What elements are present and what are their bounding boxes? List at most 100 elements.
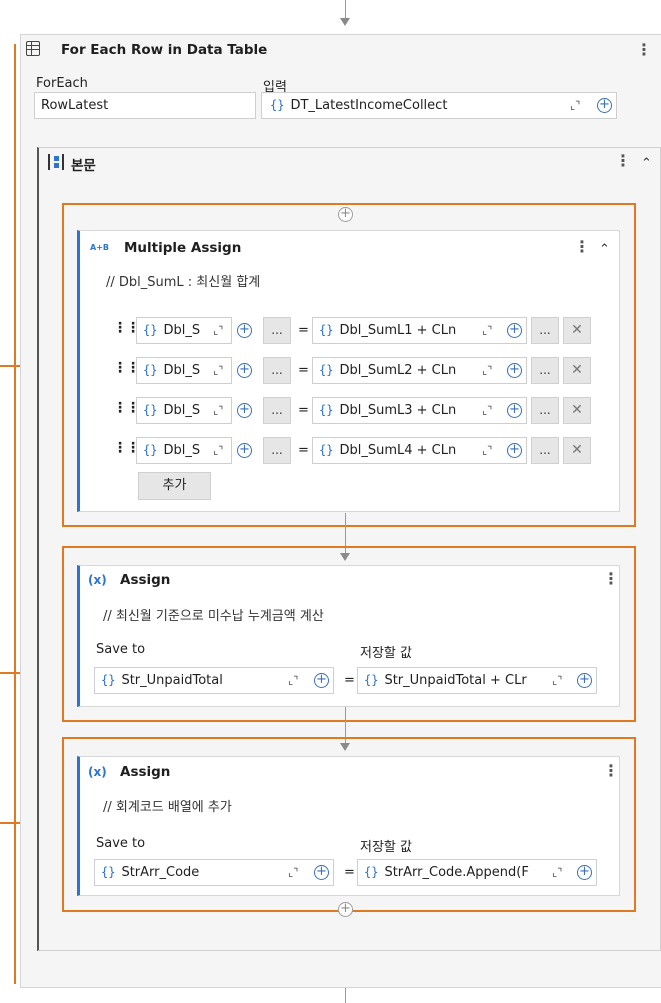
assign-1-value-value: Str_UnpaidTotal + CLr [384, 673, 527, 688]
assign-1-value-label: 저장할 값 [360, 646, 412, 661]
assign-2-value-value: StrArr_Code.Append(F [384, 865, 529, 880]
expression-icon: {} [143, 403, 158, 417]
bottom-connector-line [345, 988, 346, 1003]
row-right-more-button[interactable]: ... [531, 437, 559, 464]
expression-icon: {} [101, 865, 116, 879]
row-left-more-button[interactable]: ... [263, 397, 291, 424]
row-left-add-icon[interactable]: + [237, 363, 252, 378]
row-right-add-icon[interactable]: + [507, 363, 522, 378]
assign-1-equals: = [344, 673, 355, 688]
row-left-more-button[interactable]: ... [263, 437, 291, 464]
row-left-add-icon[interactable]: + [237, 443, 252, 458]
sequence-icon [48, 154, 64, 170]
row-left-add-icon[interactable]: + [237, 403, 252, 418]
row-right-add-icon[interactable]: + [507, 323, 522, 338]
expression-icon: {} [270, 98, 285, 112]
row-right-more-button[interactable]: ... [531, 357, 559, 384]
multiple-assign-icon: A+B [90, 243, 109, 252]
assign-2-menu-icon[interactable]: ⋮ [603, 763, 619, 779]
expression-icon: {} [319, 403, 334, 417]
assign-2-value-expand-icon[interactable]: ⌞⌝ [552, 866, 562, 879]
row-left-add-icon[interactable]: + [237, 323, 252, 338]
add-assignment-button[interactable]: 추가 [138, 472, 211, 500]
assign-2-save-to-expand-icon[interactable]: ⌞⌝ [288, 866, 298, 879]
multiple-assign-collapse-icon[interactable]: ⌃ [599, 242, 610, 257]
row-equals: = [298, 363, 309, 378]
sequence-rail [14, 44, 16, 984]
assign-1-value-expand-icon[interactable]: ⌞⌝ [552, 674, 562, 687]
row-right-expand-icon[interactable]: ⌞⌝ [482, 324, 492, 337]
assign-1-value-add-icon[interactable]: + [577, 673, 592, 688]
assign-1-title: Assign [120, 572, 171, 588]
assign-2-value-add-icon[interactable]: + [577, 865, 592, 880]
row-right-add-icon[interactable]: + [507, 403, 522, 418]
row-left-more-button[interactable]: ... [263, 317, 291, 344]
foreach-title: For Each Row in Data Table [61, 42, 268, 58]
row-delete-button[interactable]: ✕ [563, 357, 591, 384]
row-left-value: Dbl_S [163, 323, 201, 338]
add-argument-icon[interactable]: + [597, 98, 612, 113]
body-title: 본문 [71, 158, 96, 174]
row-right-expand-icon[interactable]: ⌞⌝ [482, 444, 492, 457]
insert-activity-bottom-icon[interactable]: + [338, 902, 353, 917]
multiple-assign-menu-icon[interactable]: ⋮ [574, 239, 590, 255]
row-right-expand-icon[interactable]: ⌞⌝ [482, 404, 492, 417]
expression-icon: {} [364, 865, 379, 879]
assign-1-menu-icon[interactable]: ⋮ [603, 571, 619, 587]
assign-2-value-label: 저장할 값 [360, 840, 412, 855]
row-left-value: Dbl_S [163, 443, 201, 458]
input-datatable-field[interactable]: {} DT_LatestIncomeCollect [261, 92, 617, 119]
foreach-menu-icon[interactable]: ⋮ [636, 42, 652, 58]
row-delete-button[interactable]: ✕ [563, 397, 591, 424]
row-right-field[interactable]: {} Dbl_SumL3 + CLn [312, 397, 527, 424]
row-left-value: Dbl_S [163, 363, 201, 378]
assign-1-save-to-add-icon[interactable]: + [314, 673, 329, 688]
foreach-variable-input[interactable]: RowLatest [34, 92, 256, 119]
assign-2-save-to-add-icon[interactable]: + [314, 865, 329, 880]
expression-icon: {} [143, 443, 158, 457]
row-right-field[interactable]: {} Dbl_SumL2 + CLn [312, 357, 527, 384]
assign-2-equals: = [344, 865, 355, 880]
row-left-value: Dbl_S [163, 403, 201, 418]
assign-1-comment: // 최신월 기준으로 미수납 누계금액 계산 [103, 609, 324, 624]
row-equals: = [298, 323, 309, 338]
row-right-field[interactable]: {} Dbl_SumL4 + CLn [312, 437, 527, 464]
expand-editor-icon[interactable]: ⌞⌝ [570, 99, 580, 112]
assign-1-save-to-value: Str_UnpaidTotal [121, 673, 223, 688]
body-collapse-icon[interactable]: ⌃ [641, 156, 652, 171]
assign-2-save-to-value: StrArr_Code [121, 865, 200, 880]
expression-icon: {} [101, 673, 116, 687]
row-right-add-icon[interactable]: + [507, 443, 522, 458]
row-left-expand-icon[interactable]: ⌞⌝ [213, 324, 223, 337]
row-right-value: Dbl_SumL1 + CLn [339, 323, 457, 338]
row-delete-button[interactable]: ✕ [563, 437, 591, 464]
expression-icon: {} [319, 363, 334, 377]
multiple-assign-comment: // Dbl_SumL : 최신월 합계 [106, 275, 261, 290]
body-menu-icon[interactable]: ⋮ [615, 153, 631, 169]
assign-1-save-to-expand-icon[interactable]: ⌞⌝ [288, 674, 298, 687]
row-equals: = [298, 403, 309, 418]
insert-activity-top-icon[interactable]: + [338, 207, 353, 222]
row-left-expand-icon[interactable]: ⌞⌝ [213, 364, 223, 377]
assign-1-icon: (x) [88, 573, 107, 587]
row-left-expand-icon[interactable]: ⌞⌝ [213, 444, 223, 457]
row-right-more-button[interactable]: ... [531, 317, 559, 344]
row-right-field[interactable]: {} Dbl_SumL1 + CLn [312, 317, 527, 344]
row-right-expand-icon[interactable]: ⌞⌝ [482, 364, 492, 377]
row-right-more-button[interactable]: ... [531, 397, 559, 424]
input-datatable-value: DT_LatestIncomeCollect [290, 98, 448, 113]
multiple-assign-title: Multiple Assign [124, 240, 242, 256]
row-left-expand-icon[interactable]: ⌞⌝ [213, 404, 223, 417]
row-right-value: Dbl_SumL2 + CLn [339, 363, 457, 378]
expression-icon: {} [143, 323, 158, 337]
table-icon [26, 41, 40, 56]
assign-1-save-to-label: Save to [96, 642, 146, 657]
assign-2-icon: (x) [88, 765, 107, 779]
row-left-more-button[interactable]: ... [263, 357, 291, 384]
expression-icon: {} [319, 443, 334, 457]
row-equals: = [298, 443, 309, 458]
row-delete-button[interactable]: ✕ [563, 317, 591, 344]
top-connector-line [345, 0, 346, 18]
expression-icon: {} [319, 323, 334, 337]
expression-icon: {} [364, 673, 379, 687]
